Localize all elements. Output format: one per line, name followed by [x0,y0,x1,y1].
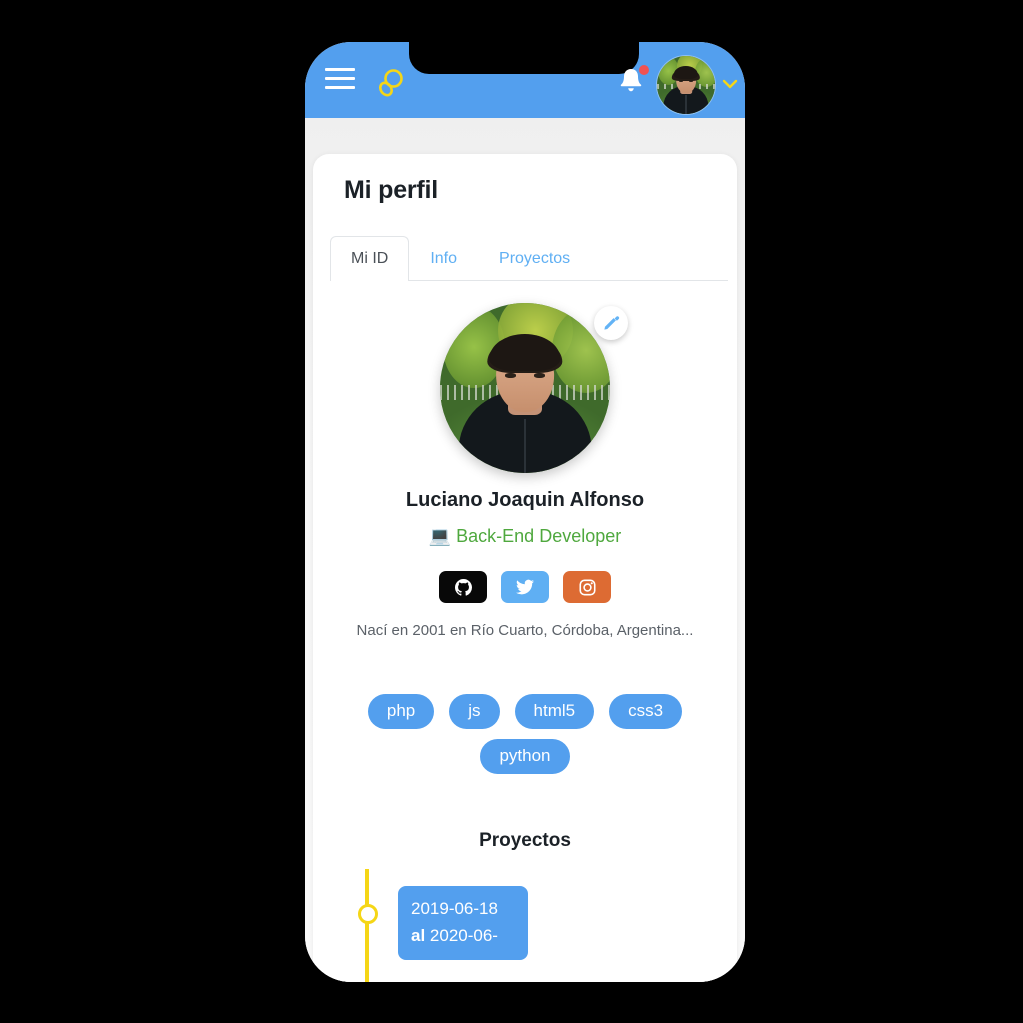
notifications-button[interactable] [618,65,649,98]
edit-profile-photo-button[interactable] [594,306,628,340]
page-scroll-area[interactable]: Mi perfil Mi ID Info Proyectos Luciano J… [305,118,745,982]
timeline-marker [358,904,378,924]
profile-tabs: Mi ID Info Proyectos [330,236,728,281]
instagram-icon [578,578,596,596]
tab-mi-id[interactable]: Mi ID [330,236,410,281]
profile-role-label: Back-End Developer [456,526,622,546]
search-icon [379,69,403,97]
skill-tag[interactable]: php [367,694,435,729]
skill-tags: php js html5 css3 python [353,694,697,774]
profile-photo [440,303,610,473]
profile-role: 💻 Back-End Developer [313,526,737,547]
account-dropdown-button[interactable] [722,77,738,89]
skill-tag[interactable]: html5 [514,694,595,729]
hamburger-icon-bar [325,68,355,72]
search-button[interactable] [373,66,407,100]
github-icon [454,578,472,596]
project-start-date: 2019-06-18 [411,899,498,918]
laptop-icon: 💻 [428,526,452,546]
avatar-image [657,56,715,114]
profile-photo-image [440,303,610,473]
timeline-line [365,869,369,982]
skill-tag[interactable]: css3 [609,694,683,729]
social-links [313,571,737,603]
skill-tag[interactable]: js [449,694,500,729]
user-avatar-button[interactable] [657,56,715,114]
project-date-connector: al [411,926,426,945]
projects-section-title: Proyectos [479,830,571,851]
project-end-date: 2020-06- [429,926,498,945]
twitter-link-button[interactable] [501,571,549,603]
profile-card: Mi perfil Mi ID Info Proyectos Luciano J… [313,154,737,982]
profile-avatar-area [440,303,628,473]
timeline-project-item[interactable]: 2019-06-18 al 2020-06- [398,886,528,960]
profile-bio: Nací en 2001 en Río Cuarto, Córdoba, Arg… [356,622,694,639]
notification-badge-dot [639,65,649,75]
skill-tag[interactable]: python [480,739,570,774]
profile-name: Luciano Joaquin Alfonso [405,489,645,511]
github-link-button[interactable] [439,571,487,603]
hamburger-icon-bar [325,76,355,81]
hamburger-icon-bar [325,85,355,90]
pencil-icon [603,315,619,330]
device-notch [409,42,639,74]
instagram-link-button[interactable] [563,571,611,603]
tab-info[interactable]: Info [409,236,478,280]
tab-proyectos[interactable]: Proyectos [478,236,591,280]
chevron-down-icon [722,79,738,89]
page-title: Mi perfil [344,176,439,204]
projects-timeline: 2019-06-18 al 2020-06- [358,869,720,982]
phone-device-frame: Mi perfil Mi ID Info Proyectos Luciano J… [305,42,745,982]
hamburger-menu-button[interactable] [325,68,355,92]
twitter-icon [516,579,534,595]
